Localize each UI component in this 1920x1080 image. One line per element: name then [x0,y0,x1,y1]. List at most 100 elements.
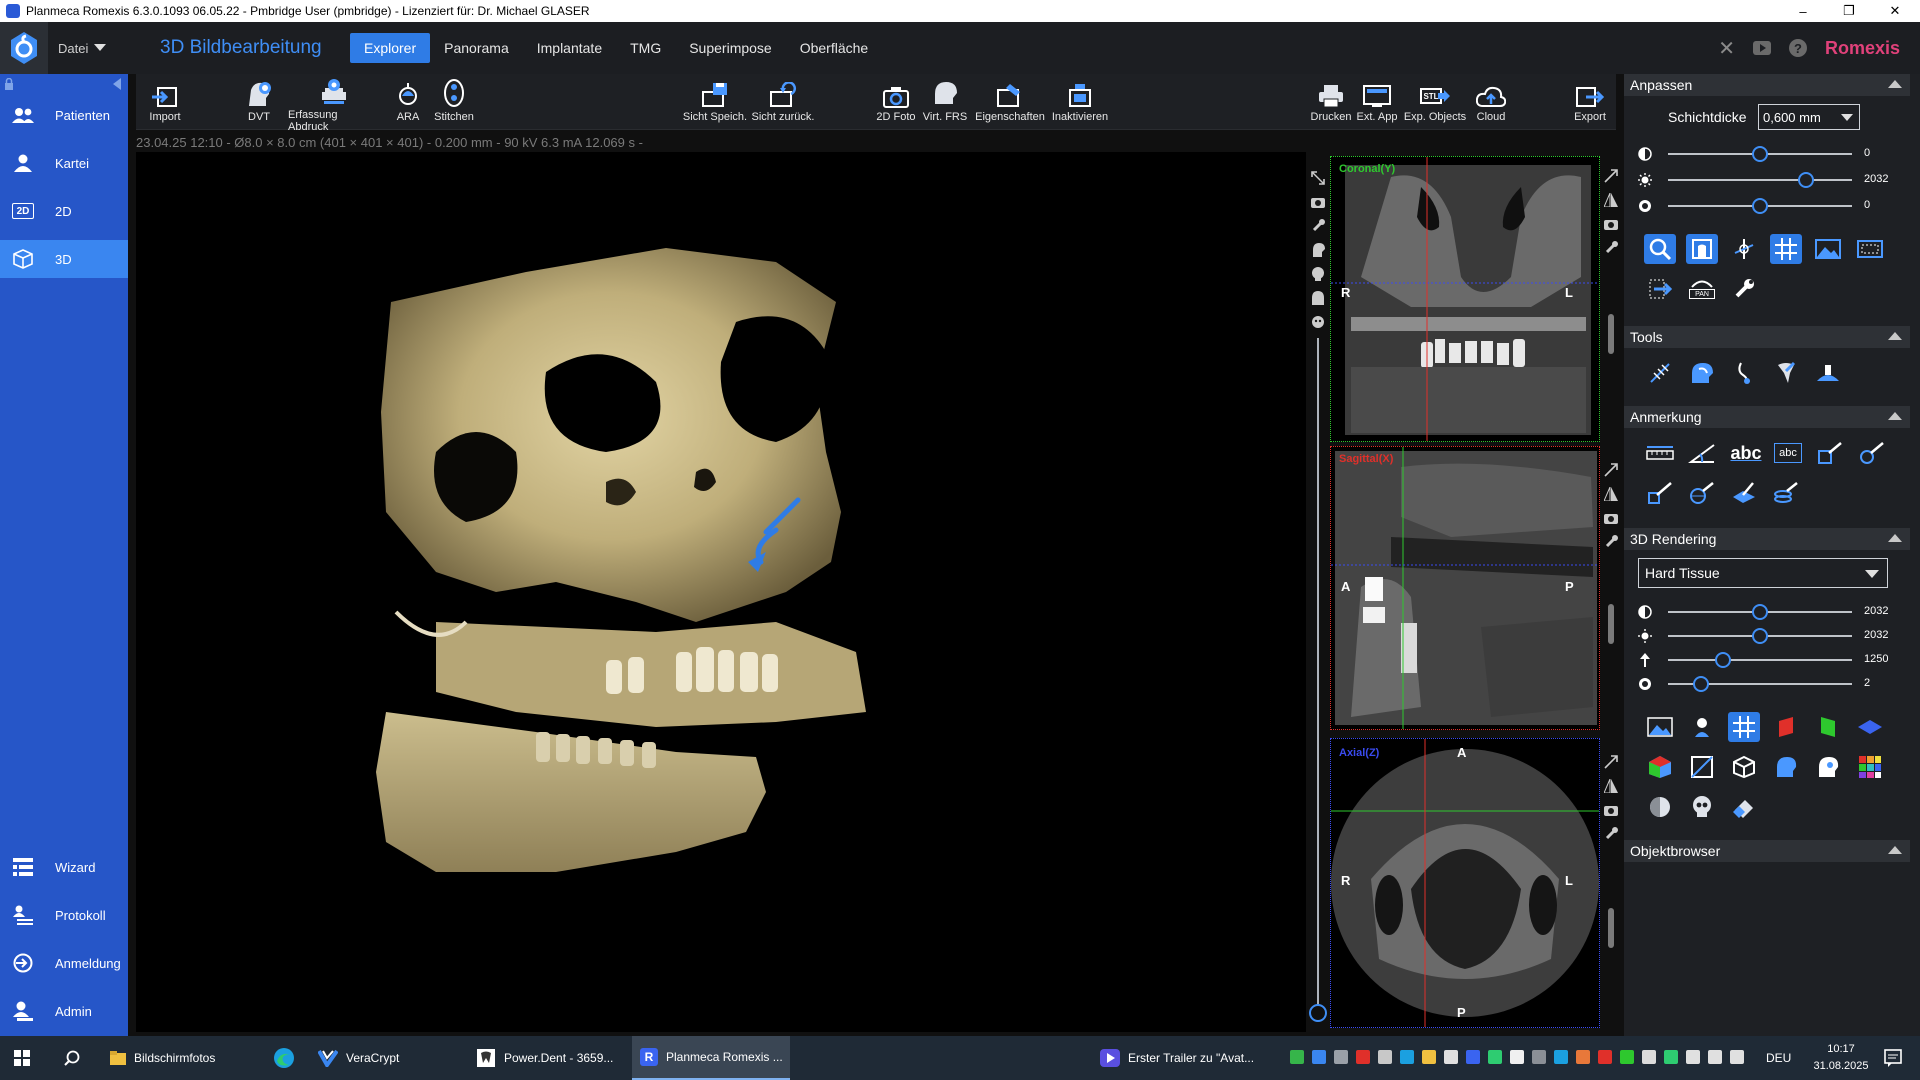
expand-icon[interactable] [1603,462,1619,478]
skype-icon[interactable] [1400,1050,1414,1064]
sidebar-item-3d[interactable]: 3D [0,240,128,278]
render-half-button[interactable] [1644,792,1676,822]
network-drive-icon[interactable] [1312,1050,1326,1064]
tray-red-icon[interactable] [1598,1050,1612,1064]
axial-scrollbar[interactable] [1608,908,1614,948]
wrench-icon[interactable] [1310,218,1326,234]
tab-panorama[interactable]: Panorama [430,33,523,63]
zoom-slider-track[interactable] [1317,338,1319,1018]
tab-tmg[interactable]: TMG [616,33,675,63]
search-icon[interactable] [64,1050,80,1066]
tray-green-icon[interactable] [1488,1050,1502,1064]
render-clip-button[interactable] [1686,752,1718,782]
tray-tool-icon[interactable] [1334,1050,1348,1064]
tray-blue-icon[interactable] [1466,1050,1480,1064]
3d-render-view[interactable] [136,152,1306,1032]
crosshair-button[interactable] [1770,234,1802,264]
tab-explorer[interactable]: Explorer [350,33,431,63]
lock-icon[interactable] [4,78,14,90]
mirror-icon[interactable] [1603,192,1619,208]
measure-angle-button[interactable] [1686,438,1718,468]
tool-airway-button[interactable] [1728,358,1760,388]
drucken-button[interactable]: Drucken [1310,78,1352,128]
layout-button[interactable] [1854,234,1886,264]
sicht-zurueck-button[interactable]: Sicht zurück. [750,78,816,128]
task-powerdent[interactable]: Power.Dent - 3659... [470,1036,626,1080]
head-side-icon[interactable] [1310,242,1326,258]
section-anmerkung[interactable]: Anmerkung [1624,406,1910,428]
tab-oberflaeche[interactable]: Oberfläche [786,33,882,63]
expand-icon[interactable] [1603,168,1619,184]
mirror-icon[interactable] [1603,486,1619,502]
tray-orange-icon[interactable] [1576,1050,1590,1064]
camera-icon[interactable] [1603,510,1619,526]
task-romexis[interactable]: R Planmeca Romexis ... [632,1036,790,1080]
render-slider-threshold[interactable]: 1250 [1624,650,1910,670]
tool-implant-button[interactable] [1770,358,1802,388]
tray-dots-icon[interactable] [1444,1050,1458,1064]
render-crosshair-button[interactable] [1728,712,1760,742]
tray-sync-icon[interactable] [1378,1050,1392,1064]
tray-doc-icon[interactable] [1510,1050,1524,1064]
zoom-fit-button[interactable] [1644,234,1676,264]
sidebar-item-kartei[interactable]: Kartei [0,144,128,182]
render-landscape-button[interactable] [1644,712,1676,742]
tray-yellow-icon[interactable] [1422,1050,1436,1064]
sphere-annotation-button[interactable] [1686,478,1718,508]
render-head-button[interactable] [1812,752,1844,782]
rotate-axes-button[interactable] [1728,234,1760,264]
layer-annotation-button[interactable] [1770,478,1802,508]
move-to-button[interactable] [1644,274,1676,304]
render-box-button[interactable] [1728,752,1760,782]
erfassung-abdruck-button[interactable]: Erfassung Abdruck [288,78,380,133]
tray-printer-icon[interactable] [1532,1050,1546,1064]
mirror-icon[interactable] [1603,778,1619,794]
wrench-icon[interactable] [1603,826,1619,842]
sagittal-scrollbar[interactable] [1608,604,1614,644]
render-eraser-button[interactable] [1728,792,1760,822]
excel-icon[interactable] [1290,1050,1304,1064]
sidebar-item-admin[interactable]: Admin [0,992,128,1030]
maximize-button[interactable]: ❐ [1826,0,1872,22]
windows-start-icon[interactable] [14,1050,30,1066]
image-view-button[interactable] [1812,234,1844,264]
render-sagittal-plane-button[interactable] [1770,712,1802,742]
anpassen-slider-sharpness[interactable]: 0 [1624,196,1910,216]
tray-shield-icon[interactable] [1620,1050,1634,1064]
tray-x-icon[interactable] [1356,1050,1370,1064]
camera-icon[interactable] [1310,194,1326,210]
coronal-scrollbar[interactable] [1608,314,1614,354]
language-indicator[interactable]: DEU [1766,1036,1791,1080]
render-coronal-plane-button[interactable] [1812,712,1844,742]
task-bildschirmfotos[interactable]: Bildschirmfotos [104,1036,254,1080]
tab-superimpose[interactable]: Superimpose [675,33,786,63]
wrench-icon[interactable] [1603,534,1619,550]
render-slider-brightness[interactable]: 2032 [1624,626,1910,646]
wrench-icon[interactable] [1603,240,1619,256]
surface-annotation-button[interactable] [1728,478,1760,508]
close-module-button[interactable]: ✕ [1718,36,1735,61]
render-soft-tissue-button[interactable] [1770,752,1802,782]
anpassen-slider-contrast[interactable]: 0 [1624,144,1910,164]
clock[interactable]: 10:17 31.08.2025 [1806,1041,1876,1075]
video-icon[interactable] [1752,41,1771,55]
sagittal-view[interactable]: Sagittal(X) A P [1330,446,1600,730]
sidebar-item-anmeldung[interactable]: Anmeldung [0,944,128,982]
collapse-sidebar-icon[interactable] [112,78,122,90]
render-orientation-button[interactable] [1644,752,1676,782]
head-front-icon[interactable] [1310,290,1326,306]
render-skull-button[interactable] [1686,792,1718,822]
tray-leaf-icon[interactable] [1664,1050,1678,1064]
render-slider-smoothing[interactable]: 2 [1624,674,1910,694]
dvt-button[interactable]: DVT [242,78,276,128]
romexis-logo[interactable] [0,22,48,74]
ext-app-button[interactable]: Ext. App [1354,78,1400,128]
circle-annotation-button[interactable] [1856,438,1888,468]
sidebar-item-2d[interactable]: 2D 2D [0,192,128,230]
tool-guide-button[interactable] [1812,358,1844,388]
text-box-button[interactable]: abc [1772,438,1804,468]
schichtdicke-select[interactable]: 0,600 mm [1758,104,1860,130]
rendering-preset-select[interactable]: Hard Tissue [1638,558,1888,588]
expand-icon[interactable] [1310,170,1326,186]
rectangle-annotation-button[interactable] [1814,438,1846,468]
